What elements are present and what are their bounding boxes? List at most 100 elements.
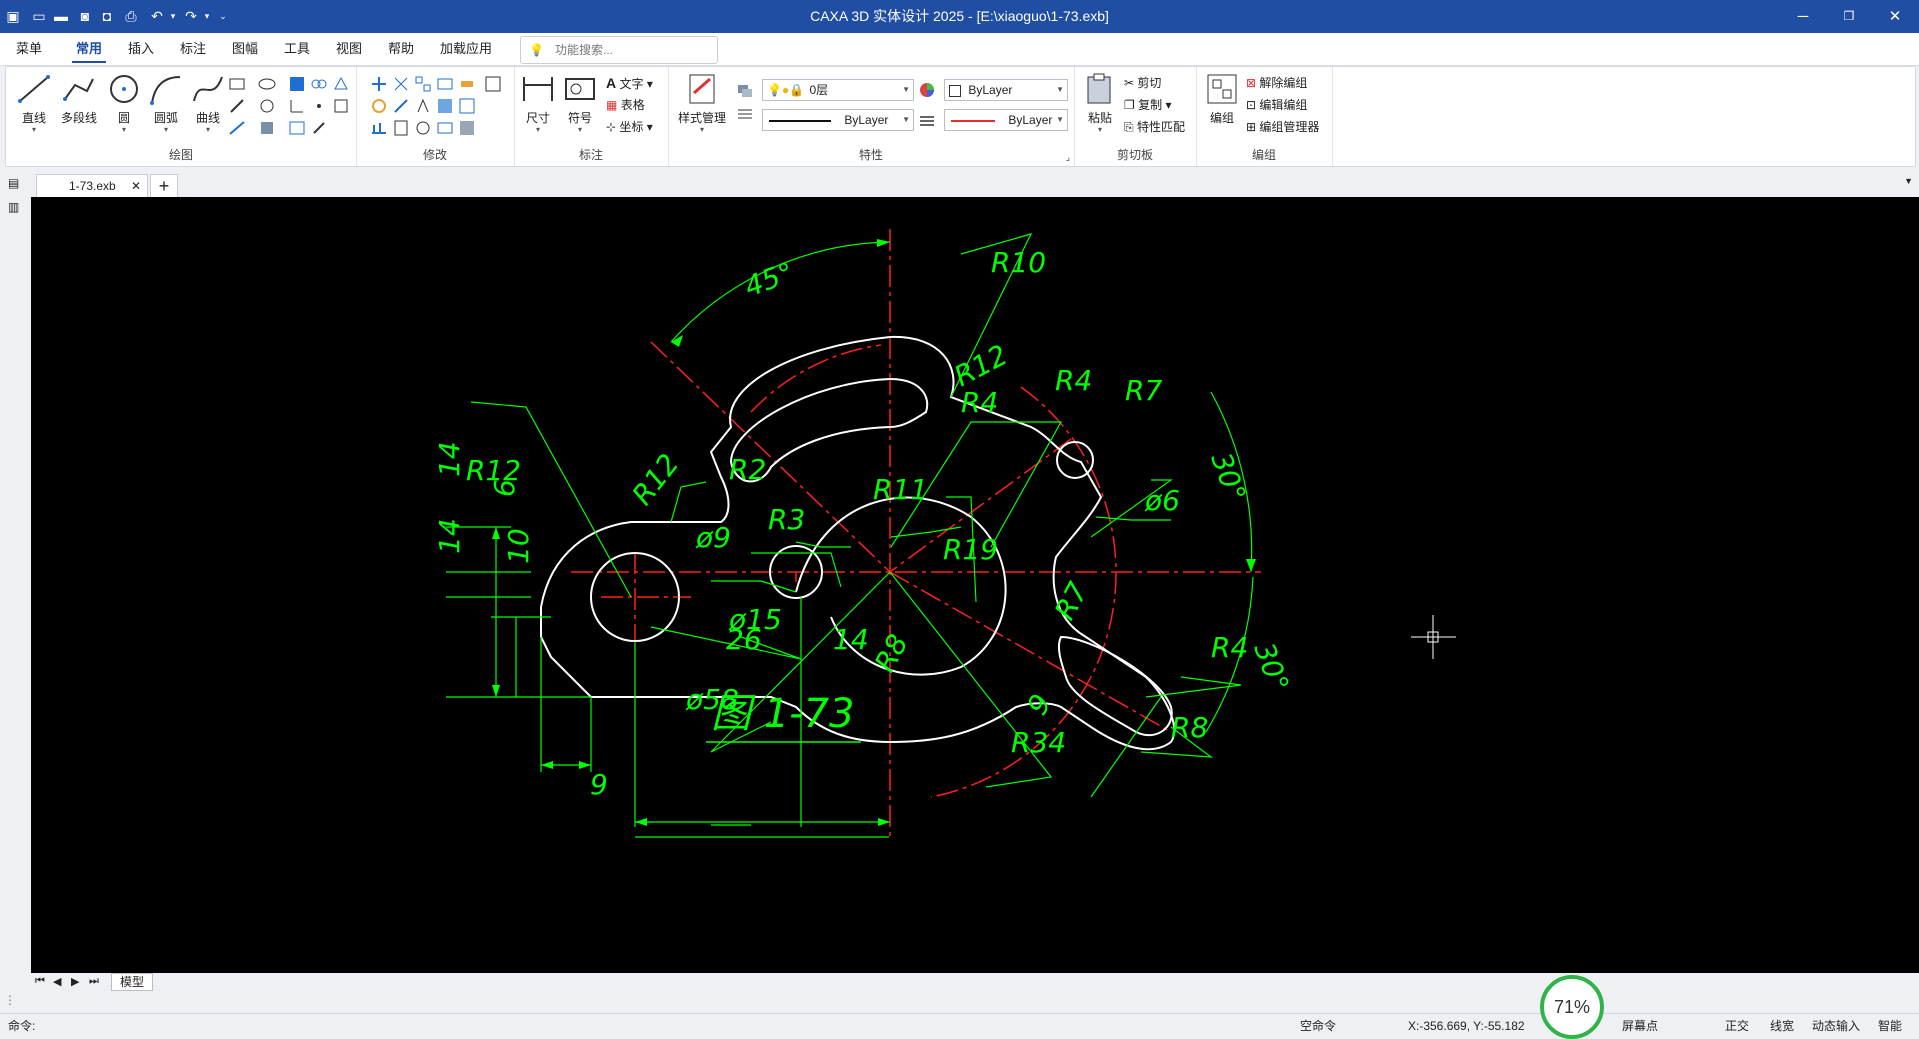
region-icon[interactable] xyxy=(332,75,350,93)
copy-button[interactable]: ❐ 复制 ▾ xyxy=(1124,95,1171,115)
fillet-icon[interactable] xyxy=(414,119,432,137)
equidistant-icon[interactable] xyxy=(258,97,276,115)
ortho-toggle[interactable]: 正交 xyxy=(1725,1014,1749,1039)
eraser-icon[interactable] xyxy=(458,75,476,93)
spline-icon[interactable] xyxy=(228,119,246,137)
layer-dropdown[interactable]: 💡●🔒 0层 ▼ xyxy=(762,79,914,101)
angle-line-icon[interactable] xyxy=(288,97,306,115)
drag-handle-icon[interactable]: ⋮ xyxy=(4,993,16,1007)
layer-value: 0层 xyxy=(809,83,829,97)
lineweight-icon[interactable] xyxy=(918,111,936,129)
extend-icon[interactable] xyxy=(484,75,502,93)
layer-manager-icon[interactable] xyxy=(736,81,754,99)
snap-mode[interactable]: 屏幕点 xyxy=(1622,1014,1658,1039)
dialog-launcher-icon[interactable]: ⌟ xyxy=(1066,152,1070,163)
pattern-icon[interactable] xyxy=(310,75,328,93)
last-sheet-icon[interactable]: ⏭ xyxy=(89,975,99,988)
symbol-button[interactable]: 符号 ▾ xyxy=(560,71,600,141)
tab-list-dropdown-icon[interactable]: ▼ xyxy=(1904,176,1913,186)
curve-button[interactable]: 曲线 ▾ xyxy=(188,71,228,141)
block-icon[interactable] xyxy=(258,119,276,137)
arc-button[interactable]: 圆弧 ▾ xyxy=(146,71,186,141)
rect-select-icon[interactable] xyxy=(436,75,454,93)
first-sheet-icon[interactable]: ⏮ xyxy=(35,975,45,988)
print-icon[interactable]: ⎙ xyxy=(122,7,140,25)
polyline-button[interactable]: 多段线 xyxy=(56,71,102,141)
coordinate-button[interactable]: ⊹ 坐标 ▾ xyxy=(606,117,653,137)
lineweight-dropdown[interactable]: ByLayer ▼ xyxy=(944,109,1068,131)
align-icon[interactable] xyxy=(458,119,476,137)
linetype-dropdown[interactable]: ByLayer ▼ xyxy=(762,109,914,131)
ungroup-button[interactable]: ⊠ 解除编组 xyxy=(1246,73,1307,93)
properties-panel-icon[interactable]: ▥ xyxy=(8,200,19,214)
next-sheet-icon[interactable]: ▶ xyxy=(71,975,79,988)
search-input[interactable]: 💡 功能搜索... xyxy=(520,36,718,64)
tab-view[interactable]: 视图 xyxy=(330,33,368,65)
document-tab[interactable]: 1-73.exb ✕ xyxy=(36,174,148,197)
scale-icon[interactable] xyxy=(436,97,454,115)
undo-dropdown-icon[interactable]: ▾ xyxy=(164,7,182,25)
hatch-icon[interactable] xyxy=(288,75,306,93)
style-manage-button[interactable]: 样式管理 ▾ xyxy=(672,71,732,141)
quick-access-customize-icon[interactable]: ⌄ xyxy=(214,7,232,25)
panel-toggle-icon[interactable]: ▤ xyxy=(8,176,19,190)
group-button[interactable]: 编组 xyxy=(1202,71,1242,141)
cut-button[interactable]: ✂ 剪切 xyxy=(1124,73,1161,93)
tab-common[interactable]: 常用 xyxy=(68,33,110,65)
lineweight-toggle[interactable]: 线宽 xyxy=(1770,1014,1794,1039)
stretch-icon[interactable] xyxy=(370,119,388,137)
new-file-icon[interactable]: ▭ xyxy=(30,7,48,25)
tab-insert[interactable]: 插入 xyxy=(122,33,160,65)
drawing-svg[interactable]: 45° R10 R12 R4 R4 R7 30° R12 R12 R2 R11 … xyxy=(31,197,1919,973)
open-folder-icon[interactable]: ▬ xyxy=(52,7,70,25)
trim-icon[interactable] xyxy=(392,75,410,93)
paste-button[interactable]: 粘贴 ▾ xyxy=(1080,71,1120,141)
group-manager-button[interactable]: ⊞ 编组管理器 xyxy=(1246,117,1319,137)
color-dropdown[interactable]: ByLayer ▼ xyxy=(944,79,1068,101)
dynamic-input-toggle[interactable]: 动态输入 xyxy=(1812,1014,1860,1039)
dimension-button[interactable]: 尺寸 ▾ xyxy=(518,71,558,141)
edit-group-button[interactable]: ⊡ 编辑编组 xyxy=(1246,95,1307,115)
tab-sheet[interactable]: 图幅 xyxy=(226,33,264,65)
color-wheel-icon[interactable] xyxy=(918,81,936,99)
tab-addins[interactable]: 加载应用 xyxy=(436,33,496,65)
offset-icon[interactable] xyxy=(458,97,476,115)
minimize-icon[interactable]: ─ xyxy=(1780,0,1826,33)
prev-sheet-icon[interactable]: ◀ xyxy=(53,975,61,988)
drawing-canvas[interactable]: 45° R10 R12 R4 R4 R7 30° R12 R12 R2 R11 … xyxy=(31,197,1919,973)
centerline-icon[interactable] xyxy=(228,97,246,115)
move-icon[interactable] xyxy=(370,75,388,93)
command-history-bar: ⋮ xyxy=(0,991,1919,1013)
explode-icon[interactable] xyxy=(436,119,454,137)
tab-tools[interactable]: 工具 xyxy=(278,33,316,65)
array-icon[interactable] xyxy=(414,75,432,93)
close-icon[interactable]: ✕ xyxy=(1872,0,1918,33)
tab-menu[interactable]: 菜单 xyxy=(10,33,48,65)
chamfer-icon[interactable] xyxy=(414,97,432,115)
pick-icon[interactable] xyxy=(310,119,328,137)
zoom-badge[interactable]: 71% xyxy=(1540,975,1604,1039)
sheet-tab-model[interactable]: 模型 xyxy=(111,973,154,991)
text-button[interactable]: A 文字 ▾ xyxy=(606,73,653,93)
save-icon[interactable]: ◙ xyxy=(76,7,94,25)
table-button[interactable]: ▦ 表格 xyxy=(606,95,645,115)
boundary-icon[interactable] xyxy=(332,97,350,115)
ellipse-icon[interactable] xyxy=(258,75,276,93)
line-button[interactable]: 直线 ▾ xyxy=(14,71,54,141)
save-all-icon[interactable]: ◘ xyxy=(98,7,116,25)
match-properties-button[interactable]: ⎘ 特性匹配 xyxy=(1124,117,1185,137)
rotate-icon[interactable] xyxy=(370,97,388,115)
circle-button[interactable]: 圆 ▾ xyxy=(104,71,144,141)
close-tab-icon[interactable]: ✕ xyxy=(131,175,141,197)
new-tab-button[interactable]: + xyxy=(150,174,178,198)
smart-toggle[interactable]: 智能 xyxy=(1878,1014,1902,1039)
tab-annotate[interactable]: 标注 xyxy=(174,33,212,65)
restore-icon[interactable]: ❐ xyxy=(1826,0,1872,33)
mirror-icon[interactable] xyxy=(392,97,410,115)
tab-help[interactable]: 帮助 xyxy=(382,33,420,65)
image-icon[interactable] xyxy=(288,119,306,137)
linetype-manager-icon[interactable] xyxy=(736,105,754,123)
break-icon[interactable] xyxy=(392,119,410,137)
point-icon[interactable] xyxy=(310,97,328,115)
rectangle-icon[interactable] xyxy=(228,75,246,93)
